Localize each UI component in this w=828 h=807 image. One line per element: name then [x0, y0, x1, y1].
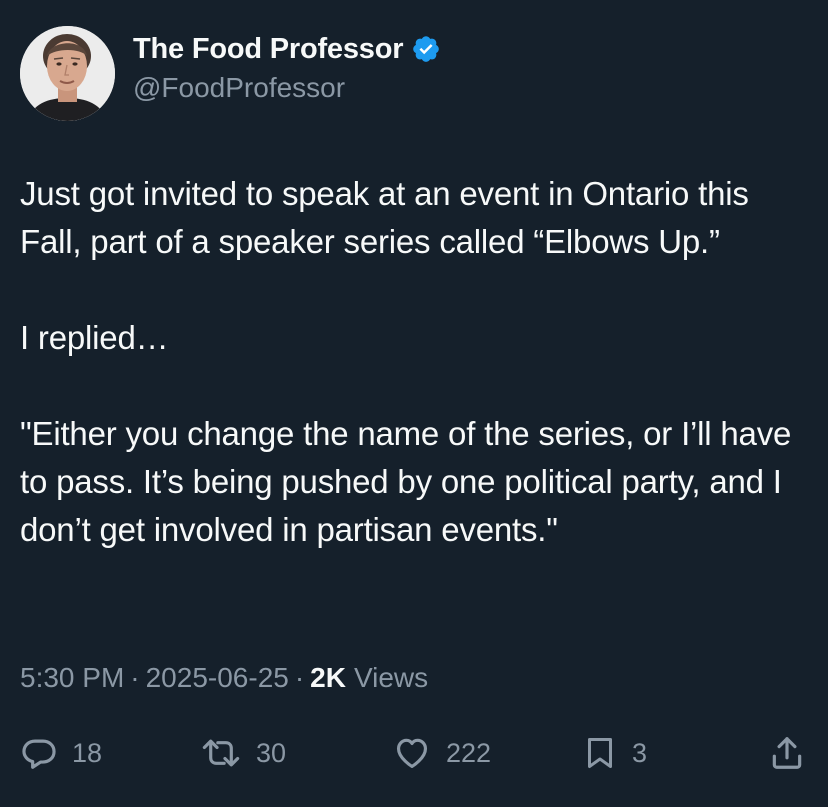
name-row: The Food Professor	[133, 33, 441, 66]
tweet-text: Just got invited to speak at an event in…	[20, 175, 792, 548]
retweet-icon	[202, 739, 240, 767]
bookmark-icon	[588, 738, 612, 768]
action-bar: 18 30 222 3	[20, 725, 810, 781]
author-names: The Food Professor @FoodProfessor	[133, 33, 441, 104]
avatar[interactable]	[20, 25, 115, 121]
reply-button[interactable]: 18	[20, 725, 102, 781]
bookmark-count: 3	[632, 737, 648, 768]
like-count: 222	[446, 737, 492, 768]
tweet-card: The Food Professor @FoodProfessor Just g…	[0, 0, 828, 807]
verified-badge-icon[interactable]	[411, 34, 441, 64]
bookmark-button[interactable]: 3	[582, 725, 647, 781]
tweet-time[interactable]: 5:30 PM	[20, 662, 124, 694]
meta-separator: ·	[294, 662, 305, 693]
avatar-photo	[20, 25, 115, 121]
author-handle[interactable]: @FoodProfessor	[133, 72, 441, 104]
tweet-date[interactable]: 2025-06-25	[146, 662, 289, 694]
reply-count: 18	[72, 737, 103, 768]
retweet-count: 30	[256, 737, 287, 768]
author-display-name[interactable]: The Food Professor	[133, 33, 404, 66]
share-icon	[772, 737, 802, 769]
like-button[interactable]: 222	[392, 725, 491, 781]
tweet-meta: 5:30 PM · 2025-06-25 · 2K Views	[20, 662, 428, 694]
retweet-button[interactable]: 30	[200, 725, 286, 781]
meta-separator: ·	[130, 662, 140, 693]
views-count[interactable]: 2K	[310, 662, 346, 694]
share-button[interactable]	[768, 725, 806, 781]
heart-icon	[396, 738, 428, 769]
views-label[interactable]: Views	[354, 662, 428, 694]
reply-icon	[22, 739, 56, 769]
tweet-header: The Food Professor @FoodProfessor	[20, 25, 441, 121]
